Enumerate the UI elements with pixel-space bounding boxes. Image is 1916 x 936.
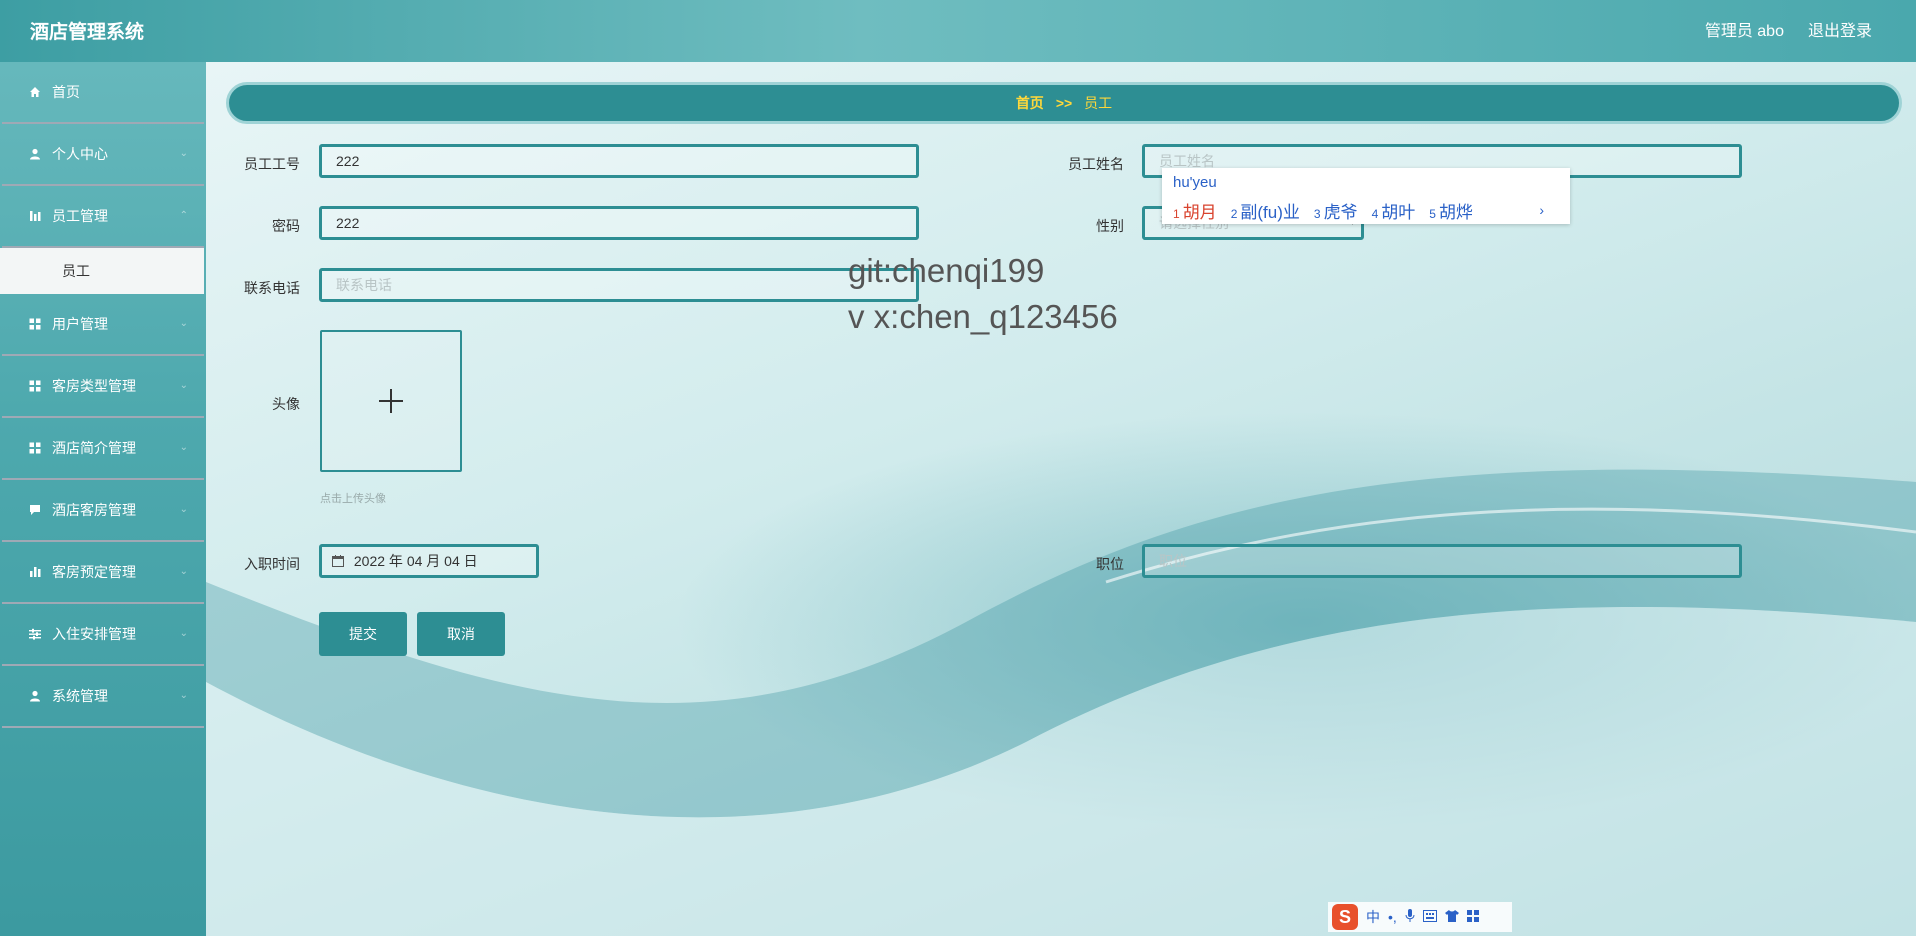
grid-icon <box>28 441 42 455</box>
sidebar-item-bookings[interactable]: 客房预定管理 ⌄ <box>2 542 204 604</box>
password-label: 密码 <box>272 218 300 234</box>
breadcrumb-home[interactable]: 首页 <box>1016 93 1044 113</box>
hire-date-label: 入职时间 <box>244 556 300 572</box>
logout-button[interactable]: 退出登录 <box>1808 0 1872 64</box>
watermark-line-1: git:chenqi199 <box>848 252 1045 289</box>
phone-input[interactable]: 联系电话 <box>319 268 919 302</box>
main-content: 首页 >> 员工 员工工号 222 员工姓名 员工姓名 密码 222 性别 请选… <box>206 62 1916 936</box>
ime-logo-icon[interactable]: S <box>1332 904 1358 930</box>
sidebar-item-label: 首页 <box>52 84 80 100</box>
user-icon <box>28 147 42 161</box>
chevron-down-icon: ⌄ <box>179 442 188 453</box>
home-icon <box>28 85 42 99</box>
calendar-icon <box>332 548 344 576</box>
ime-next-page-button[interactable]: › <box>1539 202 1544 218</box>
ime-candidate[interactable]: 3 虎爷 <box>1314 198 1358 223</box>
sidebar-item-users[interactable]: 用户管理 ⌄ <box>2 294 204 356</box>
app-title: 酒店管理系统 <box>30 22 145 43</box>
grid-icon <box>28 317 42 331</box>
skin-icon[interactable] <box>1444 909 1459 925</box>
breadcrumb-current: 员工 <box>1084 95 1113 111</box>
ime-composition: hu'yeu <box>1173 174 1217 191</box>
avatar-upload[interactable] <box>320 330 462 472</box>
employee-id-input[interactable]: 222 <box>319 144 919 178</box>
avatar-upload-hint: 点击上传头像 <box>320 493 386 505</box>
position-input[interactable]: 职位 <box>1142 544 1742 578</box>
sidebar-item-rooms[interactable]: 酒店客房管理 ⌄ <box>2 480 204 542</box>
password-input[interactable]: 222 <box>319 206 919 240</box>
breadcrumb-separator: >> <box>1055 95 1073 111</box>
cancel-button[interactable]: 取消 <box>417 612 505 656</box>
sidebar-item-profile[interactable]: 个人中心 ⌄ <box>2 124 204 186</box>
chevron-down-icon: ⌄ <box>179 148 188 159</box>
ime-status-bar: S 中 •, <box>1328 902 1512 932</box>
chevron-down-icon: ⌄ <box>179 566 188 577</box>
chevron-down-icon: ⌄ <box>179 628 188 639</box>
sidebar-item-label: 客房预定管理 <box>52 564 136 580</box>
chevron-down-icon: ⌄ <box>179 318 188 329</box>
hire-date-value: 2022 年 04 月 04 日 <box>353 553 478 569</box>
sidebar-item-checkin[interactable]: 入住安排管理 ⌄ <box>2 604 204 666</box>
sidebar-item-label: 系统管理 <box>52 688 108 704</box>
gender-label: 性别 <box>1096 218 1124 234</box>
chevron-down-icon: ⌄ <box>179 380 188 391</box>
chevron-up-icon: ⌃ <box>179 210 188 221</box>
user-icon <box>28 689 42 703</box>
sidebar-item-label: 个人中心 <box>52 146 108 162</box>
ime-candidate[interactable]: 2 副(fu)业 <box>1231 198 1300 223</box>
sidebar-item-label: 客房类型管理 <box>52 378 136 394</box>
sidebar-item-label: 酒店客房管理 <box>52 502 136 518</box>
ime-candidate[interactable]: 5 胡烨 <box>1429 198 1473 223</box>
sidebar-item-label: 入住安排管理 <box>52 626 136 642</box>
sidebar-item-room-types[interactable]: 客房类型管理 ⌄ <box>2 356 204 418</box>
bar-chart-icon <box>28 565 42 579</box>
watermark-line-2: v x:chen_q123456 <box>848 298 1118 335</box>
breadcrumb: 首页 >> 员工 <box>226 82 1902 124</box>
sidebar-item-label: 酒店简介管理 <box>52 440 136 456</box>
sidebar: 首页 个人中心 ⌄ 员工管理 ⌃ 员工 用户管理 ⌄ 客房类型管理 ⌄ 酒店简介… <box>0 62 206 936</box>
ime-mode-toggle[interactable]: 中 <box>1366 907 1380 927</box>
sidebar-item-system[interactable]: 系统管理 ⌄ <box>2 666 204 728</box>
header-right: 管理员 abo 退出登录 <box>1705 0 1872 64</box>
sidebar-item-home[interactable]: 首页 <box>2 62 204 124</box>
chevron-down-icon: ⌄ <box>179 504 188 515</box>
microphone-icon[interactable] <box>1405 908 1415 926</box>
keyboard-icon[interactable] <box>1422 909 1437 925</box>
employee-name-label: 员工姓名 <box>1068 156 1124 172</box>
ime-candidate[interactable]: 1 胡月 <box>1173 198 1217 223</box>
background-wave <box>206 469 1916 936</box>
employee-id-label: 员工工号 <box>244 156 300 172</box>
sidebar-subitem-staff[interactable]: 员工 <box>0 248 204 294</box>
chat-icon <box>28 503 42 517</box>
position-label: 职位 <box>1096 556 1124 572</box>
ime-candidate[interactable]: 4 胡叶 <box>1372 198 1416 223</box>
chevron-down-icon: ⌄ <box>179 690 188 701</box>
grid-icon <box>28 379 42 393</box>
ime-punct-toggle[interactable]: •, <box>1388 909 1397 925</box>
avatar-label: 头像 <box>272 396 300 412</box>
chart-icon <box>28 209 42 223</box>
sliders-icon <box>28 627 42 641</box>
sidebar-item-hotel-intro[interactable]: 酒店简介管理 ⌄ <box>2 418 204 480</box>
top-header: 酒店管理系统 管理员 abo 退出登录 <box>0 0 1916 62</box>
plus-icon <box>379 389 403 413</box>
ime-candidate-list: 1 胡月 2 副(fu)业 3 虎爷 4 胡叶 5 胡烨 <box>1173 198 1473 223</box>
hire-date-input[interactable]: 2022 年 04 月 04 日 <box>319 544 539 578</box>
ime-candidate-window: hu'yeu 1 胡月 2 副(fu)业 3 虎爷 4 胡叶 5 胡烨 › <box>1162 168 1570 224</box>
sidebar-item-staff[interactable]: 员工管理 ⌃ <box>2 186 204 248</box>
sidebar-item-label: 员工管理 <box>52 208 108 224</box>
toolbox-icon[interactable] <box>1466 909 1479 925</box>
sidebar-item-label: 用户管理 <box>52 316 108 332</box>
submit-button[interactable]: 提交 <box>319 612 407 656</box>
current-user: 管理员 abo <box>1704 23 1784 40</box>
phone-label: 联系电话 <box>244 280 300 296</box>
